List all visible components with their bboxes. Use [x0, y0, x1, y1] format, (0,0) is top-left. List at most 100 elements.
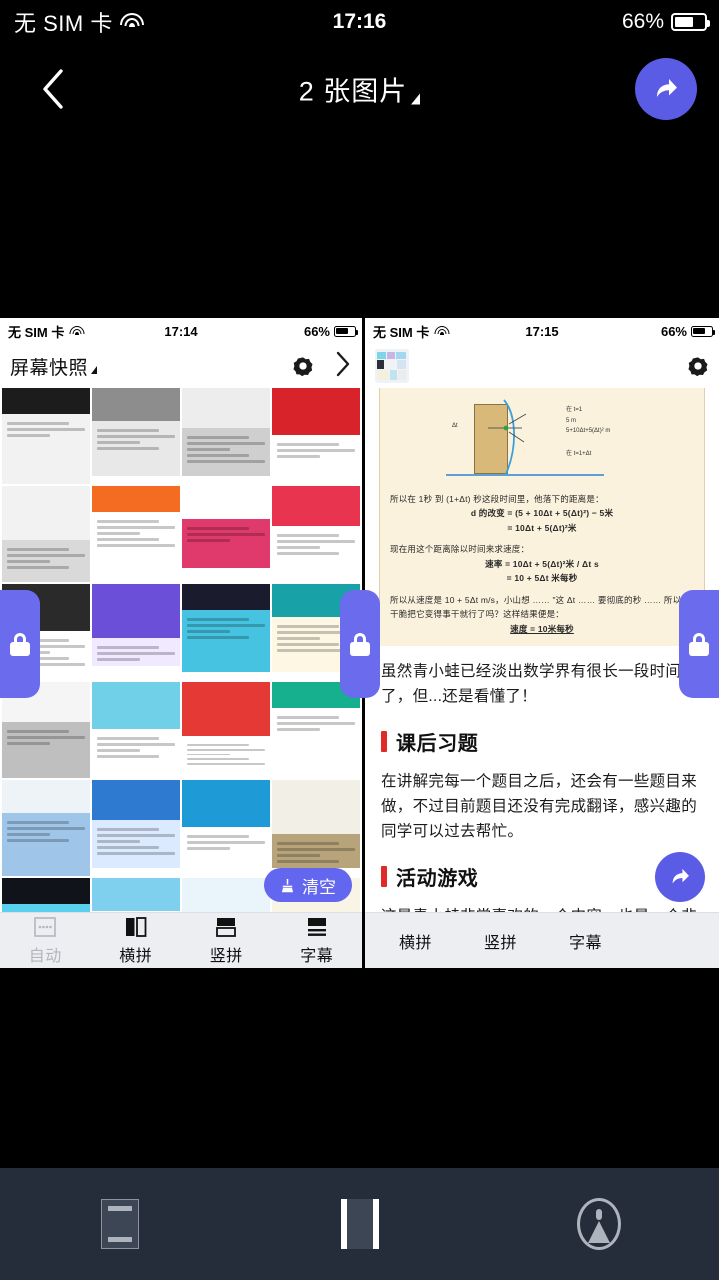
preview-panels: 无 SIM 卡 17:14 66% 屏幕快照 清空 自动 横拼 竖拼 字幕 无 …	[0, 318, 719, 968]
article-body-2: 这是青小蛙非常喜欢的一个内容，也是一个非常不错的亲子游戏。	[381, 904, 703, 912]
screenshot-thumbnail[interactable]	[2, 780, 90, 876]
lock-handle-left[interactable]	[0, 590, 40, 698]
battery-icon	[671, 13, 710, 31]
screenshot-thumbnail[interactable]	[92, 878, 180, 912]
thumbnail-text-lines	[7, 821, 85, 870]
lock-icon	[689, 632, 709, 656]
thumbnail-text-lines	[7, 730, 85, 772]
article-body-1: 在讲解完每一个题目之后，还会有一些题目来做，不过目前题目还没有完成翻译，感兴趣的…	[381, 773, 698, 841]
toolbar-item-label-2[interactable]: 字幕	[543, 929, 628, 953]
screenshot-thumbnail[interactable]	[92, 682, 180, 770]
android-navigation-bar	[0, 1168, 719, 1280]
screenshot-thumbnail[interactable]	[2, 486, 90, 582]
panel-right-article[interactable]: 无 SIM 卡 17:15 66% 在 t=1 5 m 5+10Δt+5(Δt)…	[365, 318, 719, 968]
toolbar-item-label: 竖拼	[484, 934, 518, 952]
toolbar-item-label-0[interactable]: 横拼	[373, 929, 458, 953]
screenshot-thumbnail[interactable]	[2, 878, 90, 912]
article-heading-1-label: 课后习题	[396, 733, 479, 756]
math-line-5: = 10 + 5Δt 米每秒	[506, 573, 578, 584]
right-panel-toolbar: 横拼 竖拼 字幕	[365, 912, 719, 968]
triangle-down-icon	[91, 366, 98, 374]
screenshot-thumbnail[interactable]	[182, 388, 270, 476]
assistant-button[interactable]	[479, 1198, 719, 1250]
status-clock: 17:16	[332, 10, 387, 33]
screenshot-thumbnail[interactable]	[92, 486, 180, 574]
left-panel-header: 屏幕快照	[0, 344, 362, 388]
math-paper-block: 在 t=1 5 m 5+10Δt+5(Δt)² m 在 t=1+Δt Δt 所以…	[379, 388, 705, 646]
screenshot-thumbnail[interactable]	[272, 780, 360, 868]
thumbnail-text-lines	[277, 534, 355, 569]
toolbar-item-label-1[interactable]: 竖拼	[458, 929, 543, 953]
screenshot-thumbnail[interactable]	[272, 486, 360, 574]
home-button[interactable]	[240, 1199, 480, 1249]
thumbnail-text-lines	[97, 737, 175, 765]
screenshot-thumbnail[interactable]	[2, 388, 90, 484]
toolbar-item-horizontal-stitch-icon[interactable]: 横拼	[91, 916, 182, 966]
thumbnail-text-lines	[277, 443, 355, 465]
left-panel-toolbar: 自动 横拼 竖拼 字幕	[0, 912, 362, 968]
toolbar-item-subtitle-stitch-icon[interactable]: 字幕	[272, 916, 363, 966]
share-button[interactable]	[635, 58, 697, 120]
recents-icon	[100, 1199, 139, 1249]
screenshot-thumbnail[interactable]	[182, 486, 270, 568]
screenshot-grid[interactable]	[0, 388, 362, 912]
home-icon	[340, 1199, 379, 1249]
toolbar-item-vertical-stitch-icon[interactable]: 竖拼	[181, 916, 272, 966]
panel-left-screenshot-gallery[interactable]: 无 SIM 卡 17:14 66% 屏幕快照 清空 自动 横拼 竖拼 字幕	[0, 318, 362, 968]
screenshot-thumbnail[interactable]	[182, 878, 270, 912]
screenshot-thumbnail[interactable]	[375, 349, 409, 383]
screenshot-thumbnail[interactable]	[182, 584, 270, 672]
heading-bar-icon	[381, 866, 387, 888]
battery-icon	[334, 325, 358, 337]
toolbar-item-auto-stitch-icon[interactable]: 自动	[0, 916, 91, 966]
thumbnail-text-lines	[187, 436, 265, 471]
fig-label-mid: 5 m	[566, 418, 577, 424]
math-line-1: d 的改变 = (5 + 10Δt + 5(Δt)²) − 5米	[470, 508, 614, 519]
broom-icon	[280, 878, 295, 893]
battery-icon	[691, 325, 715, 337]
thumbnail-text-lines	[97, 429, 175, 471]
app-nav-bar: 2 张图片	[0, 44, 719, 134]
toolbar-item-label: 字幕	[569, 934, 603, 952]
lock-handle-right[interactable]	[679, 590, 719, 698]
thumbnail-text-lines	[7, 548, 85, 576]
fig-label-right: 5+10Δt+5(Δt)² m	[566, 428, 611, 434]
right-panel-share-button[interactable]	[655, 852, 705, 902]
right-battery-percent: 66%	[660, 323, 687, 339]
screenshot-thumbnail[interactable]	[92, 584, 180, 666]
screenshot-thumbnail[interactable]	[92, 388, 180, 476]
page-title[interactable]: 2 张图片	[0, 70, 719, 109]
clear-button[interactable]: 清空	[264, 868, 352, 902]
recents-button[interactable]	[0, 1199, 240, 1249]
toolbar-item-label: 字幕	[300, 947, 334, 965]
fig-label-bottom: 在 t=1+Δt	[566, 451, 592, 457]
gear-icon[interactable]	[687, 355, 709, 377]
math-line-0: 所以在 1秒 到 (1+Δt) 秒这段时间里，他落下的距离是：	[390, 494, 604, 504]
article-body[interactable]: 在 t=1 5 m 5+10Δt+5(Δt)² m 在 t=1+Δt Δt 所以…	[365, 388, 719, 912]
math-line-3: 现在用这个距离除以时间来求速度：	[390, 544, 530, 555]
thumbnail-text-lines	[187, 618, 265, 667]
screenshot-thumbnail[interactable]	[272, 388, 360, 470]
lock-icon	[10, 632, 30, 656]
math-line-2: = 10Δt + 5(Δt)²米	[507, 522, 577, 533]
math-figure: 在 t=1 5 m 5+10Δt+5(Δt)² m 在 t=1+Δt Δt	[390, 396, 694, 492]
screen-root: 无 SIM 卡 17:16 66% 2 张图片 无 SIM 卡 17:14 66…	[0, 0, 719, 1280]
screenshot-thumbnail[interactable]	[182, 780, 270, 862]
toolbar-item-label: 自动	[28, 947, 62, 965]
thumbnail-text-lines	[97, 646, 175, 661]
thumbnail-text-lines	[187, 527, 265, 563]
thumbnail-text-lines	[187, 835, 265, 857]
thumbnail-text-lines	[7, 422, 85, 478]
toolbar-item-label: 竖拼	[209, 947, 243, 965]
gear-icon[interactable]	[292, 355, 314, 377]
os-status-bar: 无 SIM 卡 17:16 66%	[0, 0, 719, 44]
left-panel-title: 屏幕快照	[10, 357, 89, 379]
chevron-right-icon[interactable]	[334, 350, 352, 383]
page-title-label: 2 张图片	[298, 76, 408, 107]
lock-handle-middle[interactable]	[340, 590, 380, 698]
article-intro: 虽然青小蛙已经淡出数学界有很长一段时间了，但...还是看懂了！	[381, 662, 682, 706]
screenshot-thumbnail[interactable]	[92, 780, 180, 868]
left-battery-percent: 66%	[303, 323, 330, 339]
screenshot-thumbnail[interactable]	[182, 682, 270, 770]
left-panel-status-bar: 无 SIM 卡 17:14 66%	[0, 318, 362, 344]
